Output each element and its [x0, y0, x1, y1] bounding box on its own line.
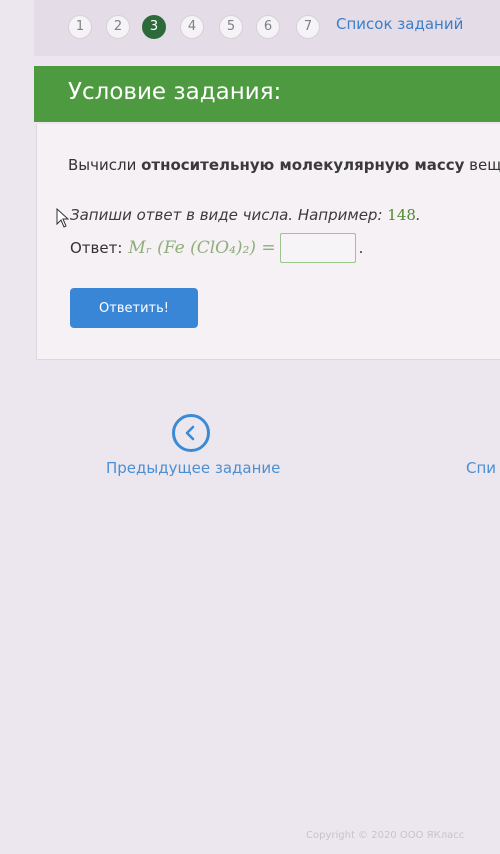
page-3-button[interactable]: 3 — [142, 15, 166, 39]
hint-end: . — [415, 206, 421, 224]
hint-example-number: 148 — [387, 206, 416, 224]
question-strong: относительную молекулярную массу — [141, 156, 465, 174]
next-link[interactable]: Спи — [466, 459, 496, 477]
answer-end: . — [358, 239, 364, 257]
mouse-pointer-icon — [56, 208, 70, 228]
answer-input[interactable] — [279, 233, 356, 263]
chevron-left-circle-icon[interactable] — [172, 414, 210, 452]
page-6-button[interactable]: 6 — [256, 15, 280, 39]
answer-row: Ответ: Mᵣ (Fe (ClO₄)₂) = . — [70, 233, 363, 263]
formula: Mᵣ (Fe (ClO₄)₂) = — [128, 238, 276, 258]
page-5-button[interactable]: 5 — [219, 15, 243, 39]
page-title: Условие задания: — [68, 79, 282, 105]
page-2-button[interactable]: 2 — [106, 15, 130, 39]
page-4-button[interactable]: 4 — [180, 15, 204, 39]
submit-button[interactable]: Ответить! — [70, 288, 198, 328]
task-list-link[interactable]: Список заданий — [336, 15, 463, 33]
task-header: Условие задания: — [34, 66, 500, 122]
task-question: Вычисли относительную молекулярную массу… — [68, 156, 500, 174]
answer-hint: Запиши ответ в виде числа. Например: 148… — [70, 206, 421, 224]
previous-task-link[interactable]: Предыдущее задание — [106, 459, 280, 477]
page-7-button[interactable]: 7 — [296, 15, 320, 39]
footer-copyright: Copyright © 2020 ООО ЯКласс — [306, 830, 465, 841]
hint-text: Запиши ответ в виде числа. Например: — [70, 206, 388, 224]
answer-label: Ответ: — [70, 239, 123, 257]
page-1-button[interactable]: 1 — [68, 15, 92, 39]
question-prefix: Вычисли — [68, 156, 142, 174]
question-suffix: вещ — [464, 156, 500, 174]
